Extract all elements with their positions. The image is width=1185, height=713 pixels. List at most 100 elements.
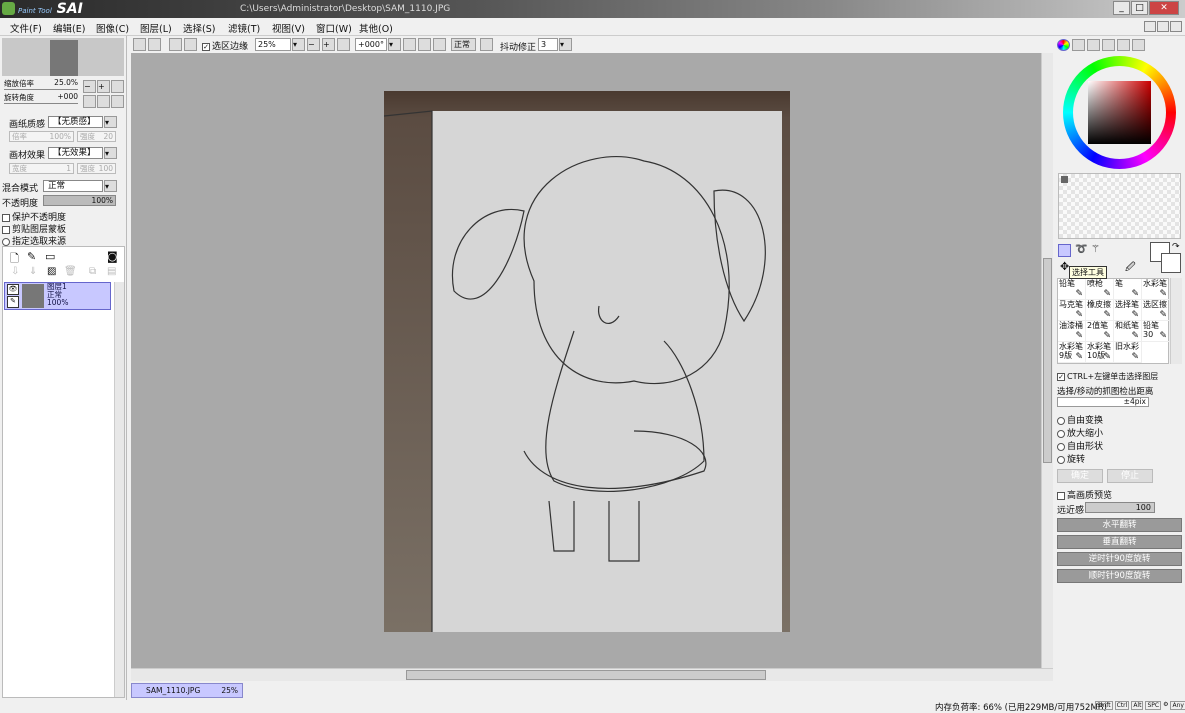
opacity-slider[interactable]: 100%: [43, 195, 116, 206]
rotate-left-button[interactable]: [403, 38, 416, 51]
delete-layer-icon[interactable]: 🗑: [64, 266, 77, 277]
doc-restore-button[interactable]: [1157, 21, 1169, 32]
scratchpad[interactable]: [1058, 173, 1181, 239]
merge-down-icon[interactable]: ⇓: [29, 266, 37, 277]
nav-zoom-in-button[interactable]: +: [97, 80, 110, 93]
brush-scrollbar[interactable]: [1170, 278, 1182, 364]
rotate-cw-button[interactable]: 顺时针90度旋转: [1057, 569, 1182, 583]
new-folder-icon[interactable]: ▭: [45, 250, 55, 263]
close-button[interactable]: ✕: [1149, 1, 1179, 15]
menu-image[interactable]: 图像(C): [96, 21, 129, 35]
rotate-right-button[interactable]: [418, 38, 431, 51]
swatch-tab[interactable]: [1117, 39, 1130, 51]
rotate-ccw-button[interactable]: 逆时针90度旋转: [1057, 552, 1182, 566]
brush-tool-12[interactable]: 水彩笔9版 ✎: [1058, 342, 1086, 363]
canvas-horizontal-scrollbar[interactable]: [131, 668, 1053, 681]
texture-dropdown-arrow[interactable]: ▾: [104, 116, 117, 128]
brush-tool-0[interactable]: 铅笔 ✎: [1058, 279, 1086, 300]
scale-radio[interactable]: 放大缩小: [1057, 426, 1103, 439]
canvas-area[interactable]: [131, 53, 1041, 668]
menu-file[interactable]: 文件(F): [10, 21, 42, 35]
rotation-dropdown[interactable]: ▾: [388, 38, 401, 51]
distance-slider[interactable]: ±4pix: [1057, 397, 1149, 407]
magic-wand-tool-icon[interactable]: ⚚: [1091, 244, 1100, 255]
stabilizer-dropdown[interactable]: ▾: [559, 38, 572, 51]
effect-dropdown-arrow[interactable]: ▾: [104, 147, 117, 159]
flip-view-button[interactable]: [480, 38, 493, 51]
layer-properties-icon[interactable]: ▤: [107, 266, 116, 277]
menu-filter[interactable]: 滤镜(T): [228, 21, 260, 35]
minimize-button[interactable]: _: [1113, 1, 1130, 15]
transform-ok-button[interactable]: 确定: [1057, 469, 1103, 483]
menu-edit[interactable]: 编辑(E): [53, 21, 85, 35]
color-wheel-tab[interactable]: [1057, 39, 1070, 51]
selection-edge-toggle[interactable]: ✓ 选区边缘: [202, 39, 248, 52]
layer-mask-icon[interactable]: ◙: [107, 250, 118, 263]
zoom-slider[interactable]: 缩放倍率 25.0%: [4, 78, 78, 90]
ctrl-select-layer-checkbox[interactable]: ✓ CTRL+左键单击选择图层: [1057, 371, 1158, 382]
zoom-in-button[interactable]: +: [322, 38, 335, 51]
secondary-color-swatch[interactable]: [1161, 253, 1181, 273]
color-wheel[interactable]: [1063, 56, 1176, 169]
brush-tool-11[interactable]: 铅笔30 ✎: [1142, 321, 1170, 342]
canvas-vertical-scrollbar[interactable]: [1041, 53, 1053, 668]
menu-layer[interactable]: 图层(L): [140, 21, 172, 35]
layer-row[interactable]: 👁 ✎ 图层1 正常 100%: [4, 282, 111, 310]
brush-tool-4[interactable]: 马克笔 ✎: [1058, 300, 1086, 321]
transform-cancel-button[interactable]: 停止: [1107, 469, 1153, 483]
brush-tool-8[interactable]: 油漆桶 ✎: [1058, 321, 1086, 342]
nav-rotate-right-button[interactable]: [97, 95, 110, 108]
brush-tool-3[interactable]: 水彩笔 ✎: [1142, 279, 1170, 300]
brush-tool-6[interactable]: 选择笔 ✎: [1114, 300, 1142, 321]
deselect-button[interactable]: [169, 38, 182, 51]
free-transform-radio[interactable]: 自由变换: [1057, 413, 1103, 426]
invert-selection-button[interactable]: [184, 38, 197, 51]
zoom-reset-button[interactable]: [337, 38, 350, 51]
texture-dropdown[interactable]: 【无质感】: [48, 116, 103, 128]
zoom-out-button[interactable]: −: [307, 38, 320, 51]
brush-tool-7[interactable]: 选区擦 ✎: [1142, 300, 1170, 321]
swap-colors-icon[interactable]: ↷: [1172, 242, 1180, 252]
zoom-dropdown[interactable]: ▾: [292, 38, 305, 51]
menu-select[interactable]: 选择(S): [183, 21, 215, 35]
move-tool-icon[interactable]: ✥: [1060, 260, 1069, 273]
visibility-eye-icon[interactable]: 👁: [7, 284, 19, 295]
transfer-down-icon[interactable]: ⇩: [11, 266, 19, 277]
rotate-radio[interactable]: 旋转: [1057, 452, 1085, 465]
duplicate-layer-icon[interactable]: ⧉: [89, 266, 96, 277]
brush-tool-2[interactable]: 笔 ✎: [1114, 279, 1142, 300]
layer-scrollbar[interactable]: [114, 282, 124, 697]
select-tool-button[interactable]: [1058, 244, 1071, 257]
eyedropper-tool-icon[interactable]: 🖉: [1125, 260, 1136, 277]
lasso-tool-icon[interactable]: ➰: [1075, 244, 1087, 255]
navigator-preview[interactable]: [2, 38, 124, 76]
canvas-image[interactable]: [384, 91, 790, 632]
angle-slider[interactable]: 旋转角度 +000: [4, 92, 78, 104]
effect-dropdown[interactable]: 【无效果】: [48, 147, 103, 159]
rgb-slider-tab[interactable]: [1072, 39, 1085, 51]
saturation-value-square[interactable]: [1088, 81, 1151, 144]
redo-button[interactable]: [148, 38, 161, 51]
maximize-button[interactable]: □: [1131, 1, 1148, 15]
nav-rotate-reset-button[interactable]: [111, 95, 124, 108]
brush-tool-9[interactable]: 2值笔 ✎: [1086, 321, 1114, 342]
scratchpad-tab[interactable]: [1132, 39, 1145, 51]
free-shape-radio[interactable]: 自由形状: [1057, 439, 1103, 452]
hq-preview-checkbox[interactable]: 高画质预览: [1057, 488, 1112, 501]
doc-close-button[interactable]: [1170, 21, 1182, 32]
brush-tool-13[interactable]: 水彩笔10版 ✎: [1086, 342, 1114, 363]
doc-minimize-button[interactable]: [1144, 21, 1156, 32]
nav-rotate-left-button[interactable]: [83, 95, 96, 108]
brush-tool-5[interactable]: 橡皮擦 ✎: [1086, 300, 1114, 321]
blend-mode-arrow[interactable]: ▾: [104, 180, 117, 192]
brush-tool-10[interactable]: 和纸笔 ✎: [1114, 321, 1142, 342]
document-tab[interactable]: SAM_1110.JPG 25%: [131, 683, 243, 698]
menu-other[interactable]: 其他(O): [359, 21, 393, 35]
nav-zoom-out-button[interactable]: −: [83, 80, 96, 93]
zoom-field[interactable]: 25%: [255, 38, 291, 51]
blend-mode-dropdown[interactable]: 正常: [43, 180, 103, 192]
hsv-slider-tab[interactable]: [1087, 39, 1100, 51]
new-linework-layer-icon[interactable]: ✎: [27, 250, 36, 263]
perspective-slider[interactable]: 100: [1085, 502, 1155, 513]
rotation-reset-button[interactable]: [433, 38, 446, 51]
